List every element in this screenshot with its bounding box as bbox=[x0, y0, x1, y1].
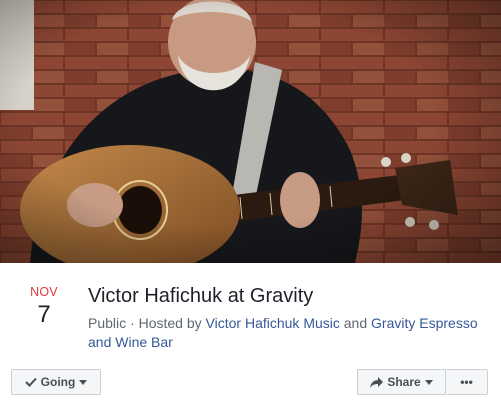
caret-down-icon bbox=[79, 379, 88, 385]
host-link-victor-hafichuk-music[interactable]: Victor Hafichuk Music bbox=[206, 315, 340, 331]
more-options-icon: ••• bbox=[460, 375, 473, 389]
cover-image bbox=[0, 0, 501, 263]
going-label: Going bbox=[40, 375, 76, 389]
checkmark-icon bbox=[24, 377, 37, 387]
share-button[interactable]: Share bbox=[357, 369, 446, 395]
hosted-by-label: Hosted by bbox=[138, 315, 202, 331]
event-day: 7 bbox=[37, 301, 51, 328]
event-title[interactable]: Victor Hafichuk at Gravity bbox=[88, 283, 488, 309]
event-date: NOV 7 bbox=[14, 285, 74, 329]
event-meta: Public · Hosted by Victor Hafichuk Music… bbox=[88, 315, 478, 350]
event-cover-photo[interactable] bbox=[0, 0, 501, 263]
event-month: NOV bbox=[30, 285, 58, 299]
more-options-button[interactable]: ••• bbox=[446, 369, 488, 395]
going-button[interactable]: Going bbox=[11, 369, 101, 395]
host-joiner: and bbox=[343, 315, 368, 331]
event-info: Victor Hafichuk at Gravity Public · Host… bbox=[88, 283, 488, 352]
caret-down-icon bbox=[424, 379, 433, 385]
share-arrow-icon bbox=[370, 376, 384, 388]
event-card: NOV 7 Victor Hafichuk at Gravity Public … bbox=[0, 0, 501, 413]
visibility-label: Public bbox=[88, 315, 127, 331]
share-label: Share bbox=[387, 375, 421, 389]
